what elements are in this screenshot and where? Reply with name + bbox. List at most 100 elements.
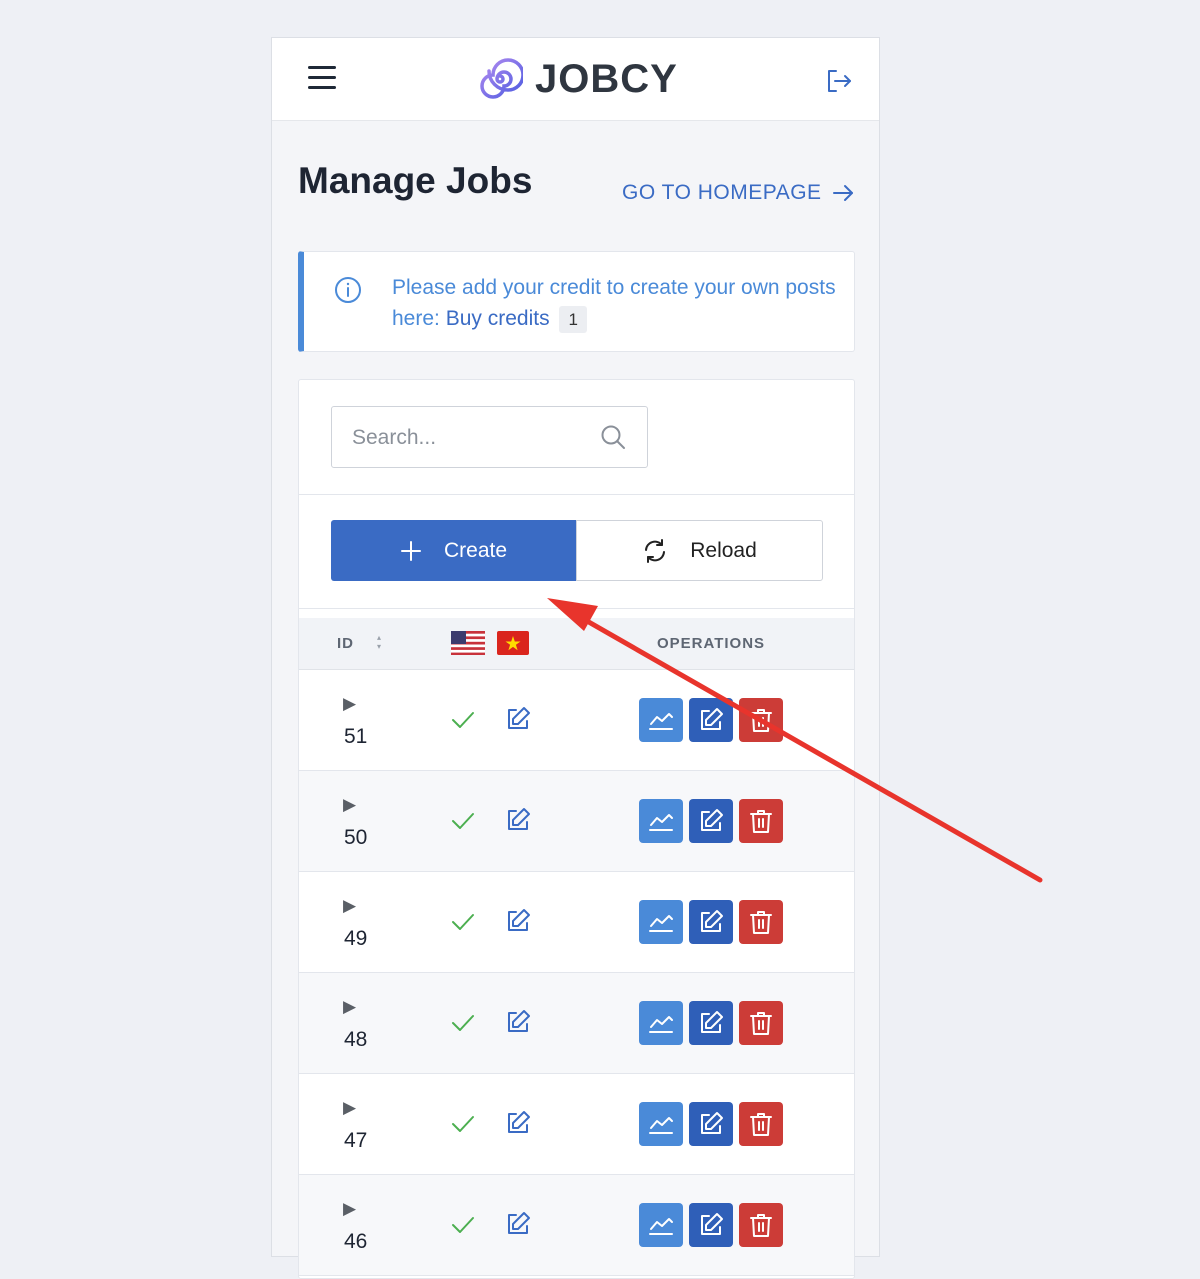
job-id: 48 <box>344 1028 368 1051</box>
table-header: ID ▴ ▾ OPERATIONS <box>299 618 854 670</box>
stats-button[interactable] <box>639 1102 683 1146</box>
edit-icon <box>701 1011 723 1033</box>
job-id: 50 <box>344 826 368 849</box>
job-id: 51 <box>344 725 368 748</box>
credit-alert: Please add your credit to create your ow… <box>298 251 855 352</box>
table-row: ▶ 46 <box>299 1175 854 1276</box>
arrow-right-icon <box>832 185 853 201</box>
chart-line-icon <box>649 1016 673 1033</box>
stats-button[interactable] <box>639 1203 683 1247</box>
edit-translation-icon[interactable] <box>505 908 531 934</box>
alert-message: Please add your credit to create your ow… <box>392 272 842 334</box>
edit-translation-icon[interactable] <box>505 706 531 732</box>
app-frame: JOBCY Manage Jobs GO TO HOMEPAGE Please … <box>271 37 880 1279</box>
edit-button[interactable] <box>689 900 733 944</box>
delete-button[interactable] <box>739 1001 783 1045</box>
reload-button[interactable]: Reload <box>576 520 823 581</box>
column-header-operations: OPERATIONS <box>657 635 766 652</box>
page-title: Manage Jobs <box>298 160 533 201</box>
brand-name: JOBCY <box>535 56 678 101</box>
table-row: ▶ 51 <box>299 670 854 771</box>
delete-button[interactable] <box>739 1102 783 1146</box>
create-button[interactable]: Create <box>331 520 576 581</box>
column-header-id[interactable]: ID <box>337 635 354 652</box>
stats-button[interactable] <box>639 799 683 843</box>
delete-button[interactable] <box>739 799 783 843</box>
chart-line-icon <box>649 814 673 831</box>
edit-translation-icon[interactable] <box>505 1211 531 1237</box>
edit-icon <box>701 910 723 932</box>
edit-translation-icon[interactable] <box>505 1009 531 1035</box>
trash-icon <box>750 810 772 833</box>
brand-logo[interactable]: JOBCY <box>477 56 678 102</box>
search-box <box>331 406 648 468</box>
delete-button[interactable] <box>739 698 783 742</box>
expand-row-icon[interactable]: ▶ <box>343 694 356 714</box>
homepage-link-label: GO TO HOMEPAGE <box>622 181 822 204</box>
go-to-homepage-link[interactable]: GO TO HOMEPAGE <box>622 181 854 205</box>
jobs-panel: Create Reload ID ▴▾ <box>298 379 855 1279</box>
stats-button[interactable] <box>639 698 683 742</box>
edit-translation-icon[interactable] <box>505 807 531 833</box>
divider <box>299 608 854 609</box>
spiral-logo-icon <box>480 58 523 99</box>
hamburger-icon[interactable] <box>308 66 336 92</box>
chart-line-icon <box>649 1117 673 1134</box>
search-icon[interactable] <box>600 424 626 450</box>
check-icon <box>452 1116 474 1132</box>
trash-icon <box>750 709 772 732</box>
check-icon <box>452 1217 474 1233</box>
chart-line-icon <box>649 1218 673 1235</box>
edit-button[interactable] <box>689 799 733 843</box>
edit-translation-icon[interactable] <box>505 1110 531 1136</box>
plus-icon <box>400 540 421 561</box>
top-bar: JOBCY <box>272 38 879 121</box>
reload-icon <box>645 538 666 563</box>
expand-row-icon[interactable]: ▶ <box>343 896 356 916</box>
divider <box>299 494 854 495</box>
check-icon <box>452 1015 474 1031</box>
buy-credits-link[interactable]: Buy credits <box>446 307 550 330</box>
jobs-table-body: ▶ 51 ▶ 50 ▶ 49 ▶ 48 ▶ 47 ▶ 46 <box>299 670 854 1276</box>
stats-button[interactable] <box>639 900 683 944</box>
create-button-label: Create <box>443 538 508 562</box>
edit-icon <box>701 809 723 831</box>
edit-button[interactable] <box>689 1102 733 1146</box>
expand-row-icon[interactable]: ▶ <box>343 795 356 815</box>
delete-button[interactable] <box>739 1203 783 1247</box>
edit-button[interactable] <box>689 1001 733 1045</box>
sort-icon[interactable]: ▴ ▾ <box>377 633 381 651</box>
job-id: 46 <box>344 1230 368 1253</box>
chart-line-icon <box>649 915 673 932</box>
trash-icon <box>750 1113 772 1136</box>
search-input[interactable] <box>350 422 584 454</box>
edit-icon <box>701 708 723 730</box>
us-flag-icon <box>451 631 485 655</box>
table-row: ▶ 50 <box>299 771 854 872</box>
credit-count-badge: 1 <box>559 306 587 333</box>
table-row: ▶ 49 <box>299 872 854 973</box>
vn-flag-icon <box>497 631 529 655</box>
edit-button[interactable] <box>689 1203 733 1247</box>
info-icon <box>335 277 361 303</box>
trash-icon <box>750 911 772 934</box>
job-id: 49 <box>344 927 368 950</box>
reload-button-label: Reload <box>690 538 757 562</box>
table-row: ▶ 47 <box>299 1074 854 1175</box>
delete-button[interactable] <box>739 900 783 944</box>
trash-icon <box>750 1012 772 1035</box>
edit-button[interactable] <box>689 698 733 742</box>
trash-icon <box>750 1214 772 1237</box>
expand-row-icon[interactable]: ▶ <box>343 997 356 1017</box>
table-row: ▶ 48 <box>299 973 854 1074</box>
logout-icon[interactable] <box>824 66 854 96</box>
expand-row-icon[interactable]: ▶ <box>343 1098 356 1118</box>
chart-line-icon <box>649 713 673 730</box>
check-icon <box>452 712 474 728</box>
job-id: 47 <box>344 1129 368 1152</box>
edit-icon <box>701 1213 723 1235</box>
edit-icon <box>701 1112 723 1134</box>
expand-row-icon[interactable]: ▶ <box>343 1199 356 1219</box>
stats-button[interactable] <box>639 1001 683 1045</box>
check-icon <box>452 813 474 829</box>
